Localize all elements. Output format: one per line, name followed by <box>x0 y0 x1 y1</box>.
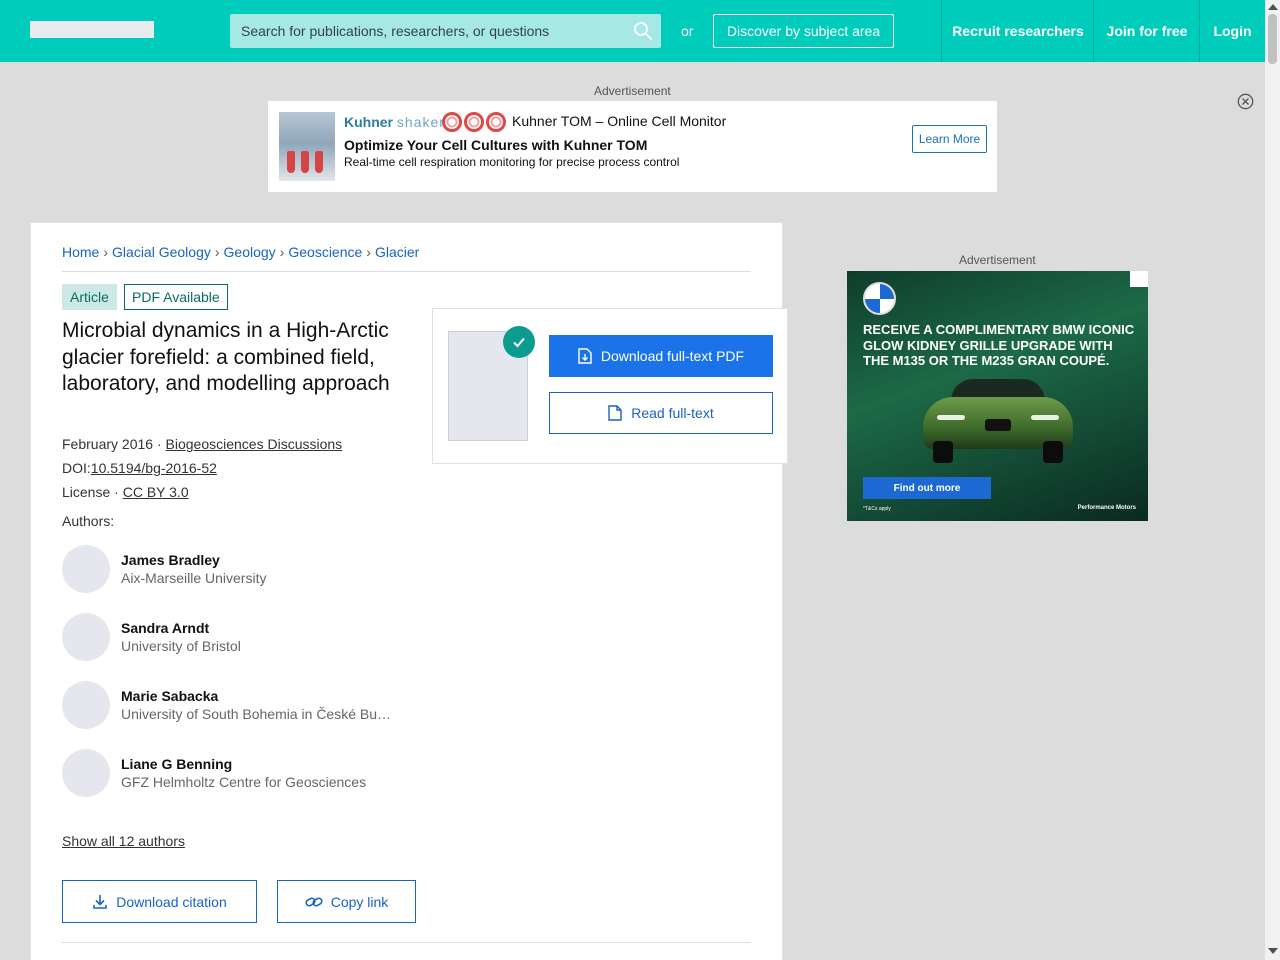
ad-brand-logo: Kuhner shaker <box>344 114 445 130</box>
avatar[interactable] <box>62 613 110 661</box>
author-item[interactable]: Marie Sabacka University of South Bohemi… <box>62 681 422 729</box>
find-out-more-button[interactable]: Find out more <box>863 477 991 499</box>
download-icon <box>93 894 108 909</box>
breadcrumb-glacier[interactable]: Glacier <box>375 244 419 260</box>
target-icon <box>442 112 462 132</box>
author-name[interactable]: Sandra Arndt <box>121 620 209 636</box>
site-logo[interactable] <box>30 21 154 38</box>
avatar[interactable] <box>62 681 110 729</box>
join-free-link[interactable]: Join for free <box>1093 0 1200 62</box>
scroll-thumb[interactable] <box>1268 14 1277 64</box>
car-image <box>923 379 1073 464</box>
discover-subject-button[interactable]: Discover by subject area <box>713 14 894 48</box>
download-citation-label: Download citation <box>116 893 227 910</box>
download-citation-button[interactable]: Download citation <box>62 880 257 923</box>
breadcrumb-glacial-geology[interactable]: Glacial Geology <box>112 244 211 260</box>
or-text: or <box>681 23 694 39</box>
author-name[interactable]: Marie Sabacka <box>121 688 218 704</box>
search-icon[interactable] <box>633 21 653 41</box>
recruit-researchers-link[interactable]: Recruit researchers <box>941 0 1094 62</box>
read-full-text-button[interactable]: Read full-text <box>549 392 773 434</box>
top-ad-banner[interactable]: Kuhner shaker Kuhner TOM – Online Cell M… <box>268 101 997 192</box>
article-type-badge: Article <box>62 284 117 310</box>
copy-link-label: Copy link <box>330 893 389 910</box>
avatar[interactable] <box>62 749 110 797</box>
side-ad-headline: RECEIVE A COMPLIMENTARY BMW ICONIC GLOW … <box>863 322 1135 368</box>
dealer-name: Performance Motors <box>1077 505 1136 511</box>
check-icon <box>503 326 535 358</box>
author-item[interactable]: Sandra Arndt University of Bristol <box>62 613 422 661</box>
ad-product-name: Kuhner TOM – Online Cell Monitor <box>512 113 727 129</box>
journal-link[interactable]: Biogeosciences Discussions <box>166 436 343 452</box>
search-box[interactable] <box>230 14 661 48</box>
doi-row: DOI:10.5194/bg-2016-52 <box>62 460 217 476</box>
copy-link-button[interactable]: Copy link <box>277 880 416 923</box>
download-pdf-button[interactable]: Download full-text PDF <box>549 335 773 377</box>
author-affiliation: Aix-Marseille University <box>121 570 267 586</box>
avatar[interactable] <box>62 545 110 593</box>
publication-info: February 2016 · Biogeosciences Discussio… <box>62 436 343 452</box>
scroll-down-arrow[interactable] <box>1268 948 1278 954</box>
pdf-panel: Download full-text PDF Read full-text <box>432 308 788 464</box>
chevron-right-icon: › <box>279 244 285 260</box>
author-affiliation: GFZ Helmholtz Centre for Geosciences <box>121 774 367 790</box>
close-ad-icon[interactable] <box>1237 93 1254 110</box>
target-icon <box>464 112 484 132</box>
authors-heading: Authors: <box>62 513 115 529</box>
author-affiliation: University of Bristol <box>121 638 241 654</box>
breadcrumb-home[interactable]: Home <box>62 244 99 260</box>
document-icon <box>608 405 622 421</box>
login-link[interactable]: Login <box>1199 0 1265 62</box>
author-item[interactable]: Liane G Benning GFZ Helmholtz Centre for… <box>62 749 422 797</box>
scroll-up-arrow[interactable] <box>1268 4 1278 10</box>
article-title: Microbial dynamics in a High-Arctic glac… <box>62 319 390 395</box>
side-ad-banner[interactable]: RECEIVE A COMPLIMENTARY BMW ICONIC GLOW … <box>847 271 1148 521</box>
author-name[interactable]: Liane G Benning <box>121 756 232 772</box>
side-ad-label: Advertisement <box>959 253 1036 267</box>
ad-subtext: Real-time cell respiration monitoring fo… <box>344 155 680 169</box>
search-input[interactable] <box>230 14 661 48</box>
chevron-right-icon: › <box>103 244 109 260</box>
publication-date: February 2016 <box>62 436 154 452</box>
bmw-logo-icon <box>863 282 896 315</box>
chevron-right-icon: › <box>214 244 220 260</box>
top-header: or Discover by subject area Recruit rese… <box>0 0 1265 62</box>
ad-learn-more-button[interactable]: Learn More <box>912 125 987 153</box>
author-item[interactable]: James Bradley Aix-Marseille University <box>62 545 422 593</box>
author-affiliation: University of South Bohemia in České Bud… <box>121 706 396 722</box>
license-link[interactable]: CC BY 3.0 <box>123 484 189 500</box>
page-scrollbar[interactable] <box>1265 0 1280 960</box>
chevron-right-icon: › <box>366 244 371 260</box>
pdf-available-badge: PDF Available <box>124 284 228 310</box>
breadcrumb-geology[interactable]: Geology <box>224 244 276 260</box>
ad-headline: Optimize Your Cell Cultures with Kuhner … <box>344 137 648 153</box>
ad-product-image <box>279 112 335 181</box>
license-label: License <box>62 484 111 500</box>
breadcrumb: Home › Glacial Geology › Geology › Geosc… <box>62 244 419 260</box>
ad-target-icons <box>442 112 506 132</box>
doi-link[interactable]: 10.5194/bg-2016-52 <box>91 460 217 476</box>
divider <box>62 942 751 943</box>
breadcrumb-geoscience[interactable]: Geoscience <box>288 244 362 260</box>
link-icon <box>305 896 323 907</box>
license-row: License · CC BY 3.0 <box>62 484 189 500</box>
author-name[interactable]: James Bradley <box>121 552 220 568</box>
read-full-text-label: Read full-text <box>631 405 714 421</box>
divider <box>62 271 751 272</box>
terms-text: *T&Cs apply <box>863 506 891 512</box>
download-pdf-label: Download full-text PDF <box>600 348 745 364</box>
ad-choices-icon[interactable] <box>1130 271 1148 287</box>
target-icon <box>486 112 506 132</box>
show-all-authors-link[interactable]: Show all 12 authors <box>62 833 185 849</box>
pdf-download-icon <box>578 348 592 364</box>
doi-label: DOI: <box>62 460 91 476</box>
top-ad-label: Advertisement <box>594 84 671 98</box>
